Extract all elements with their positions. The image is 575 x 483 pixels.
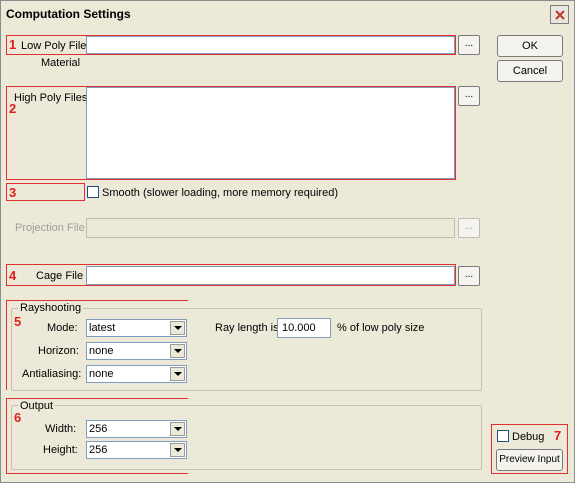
low-poly-browse-button[interactable]: ...: [458, 35, 480, 55]
antialiasing-select[interactable]: none: [86, 365, 187, 383]
mode-label: Mode:: [47, 322, 78, 334]
height-label: Height:: [43, 444, 78, 456]
cage-label: Cage File: [36, 270, 84, 282]
smooth-label: Smooth (slower loading, more memory requ…: [102, 187, 338, 199]
mode-select[interactable]: latest: [86, 319, 187, 337]
width-label: Width:: [45, 423, 77, 435]
annotation-number-7: 7: [554, 428, 562, 443]
ok-button[interactable]: OK: [497, 35, 563, 57]
ray-length-label: Ray length is: [215, 322, 279, 334]
projection-file-input: [86, 218, 455, 238]
title-bar: Computation Settings: [0, 0, 575, 28]
rayshooting-title: Rayshooting: [18, 302, 84, 314]
close-icon: [554, 9, 565, 20]
preview-input-button[interactable]: Preview Input: [496, 449, 563, 471]
material-field: [86, 56, 455, 69]
cage-file-input[interactable]: [86, 266, 455, 285]
high-poly-label: High Poly Files: [14, 92, 88, 104]
window-title: Computation Settings: [6, 7, 131, 21]
antialiasing-label: Antialiasing:: [22, 368, 82, 380]
ray-length-suffix: % of low poly size: [337, 322, 425, 334]
dropdown-arrow-icon: [170, 367, 185, 381]
annotation-number-5: 5: [14, 314, 22, 329]
horizon-label: Horizon:: [38, 345, 79, 357]
low-poly-file-input[interactable]: [86, 36, 455, 54]
horizon-select[interactable]: none: [86, 342, 187, 360]
ray-length-input[interactable]: 10.000: [277, 318, 331, 338]
cage-browse-button[interactable]: ...: [458, 266, 480, 286]
dropdown-arrow-icon: [170, 344, 185, 358]
annotation-box-3: [6, 183, 85, 201]
low-poly-label: Low Poly File: [21, 40, 87, 52]
high-poly-browse-button[interactable]: ...: [458, 86, 480, 106]
cancel-button[interactable]: Cancel: [497, 60, 563, 82]
high-poly-files-list[interactable]: [86, 87, 455, 179]
output-title: Output: [18, 400, 56, 412]
material-label: Material: [41, 57, 81, 69]
annotation-number-4: 4: [9, 268, 17, 283]
dropdown-arrow-icon: [170, 321, 185, 335]
debug-checkbox[interactable]: [497, 430, 509, 442]
annotation-number-3: 3: [9, 185, 17, 200]
height-select[interactable]: 256: [86, 441, 187, 459]
close-button[interactable]: [550, 5, 569, 24]
annotation-number-1: 1: [9, 37, 17, 52]
width-select[interactable]: 256: [86, 420, 187, 438]
dropdown-arrow-icon: [170, 443, 185, 457]
projection-browse-button: ...: [458, 218, 480, 238]
debug-label: Debug: [512, 431, 545, 443]
dropdown-arrow-icon: [170, 422, 185, 436]
projection-label: Projection File: [15, 222, 85, 234]
smooth-checkbox[interactable]: [87, 186, 99, 198]
annotation-number-6: 6: [14, 410, 22, 425]
